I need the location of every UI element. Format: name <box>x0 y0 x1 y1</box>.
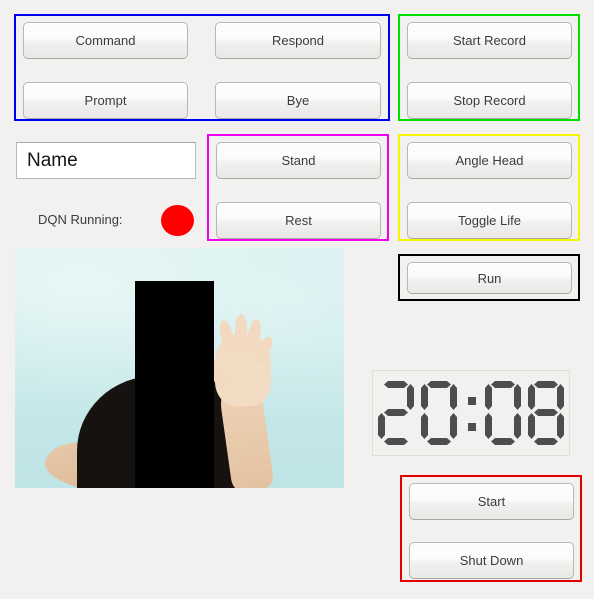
stand-button[interactable]: Stand <box>216 142 381 179</box>
clock-colon-separator <box>464 381 478 445</box>
respond-button[interactable]: Respond <box>215 22 381 59</box>
prompt-button[interactable]: Prompt <box>23 82 188 119</box>
toggle-life-button[interactable]: Toggle Life <box>407 202 572 239</box>
command-button[interactable]: Command <box>23 22 188 59</box>
start-button[interactable]: Start <box>409 483 574 520</box>
dqn-status-indicator <box>161 205 194 236</box>
clock-display <box>372 370 570 456</box>
rest-button[interactable]: Rest <box>216 202 381 239</box>
clock-digit-hour-ones <box>421 381 457 445</box>
clock-digit-minute-tens <box>485 381 521 445</box>
run-button[interactable]: Run <box>407 262 572 294</box>
dqn-running-label: DQN Running: <box>38 212 123 227</box>
name-input[interactable] <box>16 142 196 179</box>
person-right-hand <box>202 314 275 406</box>
shut-down-button[interactable]: Shut Down <box>409 542 574 579</box>
angle-head-button[interactable]: Angle Head <box>407 142 572 179</box>
clock-digit-hour-tens <box>378 381 414 445</box>
webcam-video-feed <box>15 248 344 488</box>
start-record-button[interactable]: Start Record <box>407 22 572 59</box>
face-redaction-box <box>135 281 214 488</box>
clock-digits <box>378 381 564 445</box>
clock-digit-minute-ones <box>528 381 564 445</box>
stop-record-button[interactable]: Stop Record <box>407 82 572 119</box>
bye-button[interactable]: Bye <box>215 82 381 119</box>
